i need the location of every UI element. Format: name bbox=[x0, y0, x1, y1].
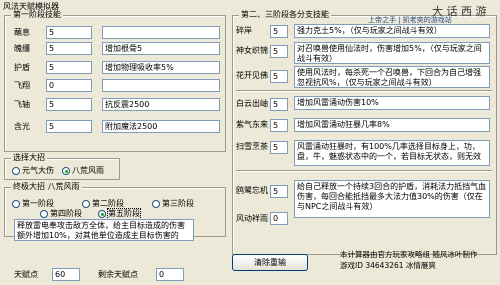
tier23-skill-level-input[interactable]: 5 bbox=[270, 185, 288, 198]
radio-dot bbox=[62, 167, 70, 175]
tier23-skill-level-input[interactable]: 5 bbox=[270, 119, 288, 132]
tier23-skill-label: 碎岸 bbox=[236, 26, 252, 35]
tier1-skill-level-input[interactable]: 5 bbox=[46, 42, 92, 55]
radio-stage-4[interactable]: 第四阶段 bbox=[40, 209, 82, 219]
radio-label: 八荒风雨 bbox=[72, 166, 104, 175]
ultimate-stage-legend: 终极大招 八荒风雨 bbox=[11, 182, 82, 192]
tier23-skill-level-input[interactable]: 5 bbox=[270, 45, 288, 58]
tier23-skill-desc: 对召唤兽使用仙法时，伤害增加5%，（仅与玩家之间战斗有效） bbox=[294, 42, 490, 64]
tier23-skill-label: 花开见佛 bbox=[236, 71, 268, 80]
radio-dot bbox=[152, 200, 160, 208]
tier1-skill-desc: 增加根骨5 bbox=[102, 42, 220, 55]
radio-stage-1[interactable]: 第一阶段 bbox=[12, 199, 54, 209]
tier1-skill-desc: 附加魔法2500 bbox=[102, 120, 220, 133]
tier1-skill-label: 护盾 bbox=[14, 63, 30, 72]
tier1-skill-desc: 增加物理吸收率5% bbox=[102, 61, 220, 74]
points-field[interactable]: 60 bbox=[52, 268, 80, 281]
tier23-skill-desc: 使用风法时，每杀死一个召唤兽，下回合为自己增强忽视抗风%，（仅与玩家之间战斗有效… bbox=[294, 66, 490, 88]
tier1-legend: 第一阶段技能 bbox=[11, 10, 63, 20]
tier1-skill-level-input[interactable]: 0 bbox=[46, 79, 92, 92]
points-label: 天赋点 bbox=[14, 270, 38, 279]
tier23-skill-desc: 给自己释放一个持续3回合的护盾，消耗法力抵挡气血伤害，每回合能抵挡最多大法力值3… bbox=[294, 180, 490, 218]
radio-label: 第四阶段 bbox=[50, 209, 82, 218]
radio-label: 第二阶段 bbox=[92, 199, 124, 208]
tier23-skill-label: 神女织锦 bbox=[236, 46, 268, 55]
tier1-skill-level-input[interactable]: 5 bbox=[46, 61, 92, 74]
radio-label: 第五阶段 bbox=[107, 208, 141, 220]
tier1-skill-label: 含光 bbox=[14, 122, 30, 131]
radio-ultimate-yuanqi[interactable]: 元气大伤 bbox=[12, 166, 54, 176]
tier23-skill-level-input[interactable]: 5 bbox=[270, 25, 288, 38]
tier1-skill-desc: 抗反震2500 bbox=[102, 98, 220, 111]
tier23-skill-level-input[interactable]: 0 bbox=[270, 212, 288, 225]
tier23-skill-label: 鸥鹭忘机 bbox=[236, 186, 268, 195]
tier23-skill-level-input[interactable]: 5 bbox=[270, 141, 288, 154]
tier23-skill-level-input[interactable]: 5 bbox=[270, 98, 288, 111]
tier23-skill-desc: 强力克土5%，（仅与玩家之间战斗有效） bbox=[294, 24, 490, 38]
remaining-label: 剩余天赋点 bbox=[98, 270, 138, 279]
tier23-separator-2 bbox=[236, 170, 492, 172]
remaining-field[interactable]: 0 bbox=[156, 268, 184, 281]
radio-stage-2[interactable]: 第二阶段 bbox=[82, 199, 124, 209]
reset-button[interactable]: 清除重输 bbox=[232, 254, 308, 271]
ultimate-description: 释放雷电奉攻击敌方全体，给主目标造成的伤害额外增加10%，对其他单位造成主目标伤… bbox=[14, 219, 194, 241]
tier23-legend: 第二、三阶段各分支技能 bbox=[239, 10, 331, 20]
credit-line-1: 本计算器由官方玩家攻略组 随风冰叶制作 bbox=[340, 250, 478, 259]
radio-dot bbox=[12, 200, 20, 208]
tier23-skill-desc: 增加风雷涌动伤害10% bbox=[294, 96, 490, 110]
tier1-skill-level-input[interactable]: 5 bbox=[46, 98, 92, 111]
tier1-skill-level-input[interactable]: 5 bbox=[46, 120, 92, 133]
radio-dot bbox=[98, 210, 106, 218]
tier1-skill-label: 魄缰 bbox=[14, 44, 30, 53]
radio-stage-3[interactable]: 第三阶段 bbox=[152, 199, 194, 209]
radio-label: 第三阶段 bbox=[162, 199, 194, 208]
tier1-skill-label: 飞翔 bbox=[14, 81, 30, 90]
tier23-skill-label: 紫气东来 bbox=[236, 120, 268, 129]
radio-dot bbox=[12, 167, 20, 175]
brand-logo-text: 大 话 西 游 bbox=[432, 5, 487, 18]
radio-ultimate-bahuang[interactable]: 八荒风雨 bbox=[62, 166, 104, 176]
tier1-skill-label: 飞轴 bbox=[14, 100, 30, 109]
tier1-skill-desc bbox=[102, 26, 220, 39]
tier23-skill-desc: 风雷涌动狂暴时，有100%几率选择目标身上，功，盘，牛，魅惑状态中的一个，若目标… bbox=[294, 140, 490, 166]
tier23-skill-label: 扫雪烹茶 bbox=[236, 142, 268, 151]
tier23-skill-desc: 增加风雷涌动狂暴几率8% bbox=[294, 118, 490, 132]
tier1-skill-level-input[interactable]: 5 bbox=[46, 26, 92, 39]
tier1-skill-desc bbox=[102, 79, 220, 92]
choose-ultimate-legend: 选择大招 bbox=[11, 153, 47, 163]
tier1-skill-label: 蘸息 bbox=[14, 28, 30, 37]
tier23-skill-level-input[interactable]: 5 bbox=[270, 70, 288, 83]
tier23-skill-label: 白云出岫 bbox=[236, 99, 268, 108]
tier23-skill-label: 风动祥雨 bbox=[236, 214, 268, 223]
radio-dot bbox=[40, 210, 48, 218]
radio-stage-5[interactable]: 第五阶段 bbox=[98, 208, 141, 220]
credit-line-2: 游戏ID 34643261 冰情雁爽 bbox=[340, 261, 436, 270]
radio-dot bbox=[82, 200, 90, 208]
radio-label: 第一阶段 bbox=[22, 199, 54, 208]
radio-label: 元气大伤 bbox=[22, 166, 54, 175]
tier23-separator-1 bbox=[236, 90, 492, 92]
